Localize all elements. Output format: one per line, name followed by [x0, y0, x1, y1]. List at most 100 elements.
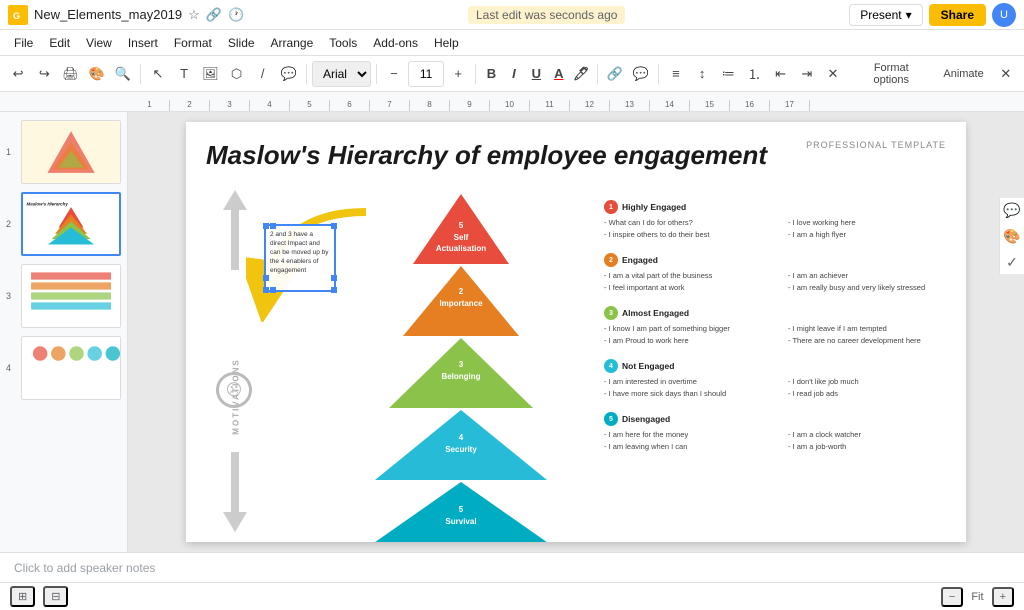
line-spacing-button[interactable]: ↕: [690, 61, 714, 87]
resize-handle-br[interactable]: [331, 287, 337, 293]
font-size-increase[interactable]: +: [446, 61, 470, 87]
format-options-button[interactable]: Format options: [849, 61, 933, 87]
menu-help[interactable]: Help: [428, 34, 465, 52]
grid-view-button[interactable]: ⊞: [10, 586, 35, 607]
text-color-button[interactable]: A: [549, 63, 569, 85]
menu-format[interactable]: Format: [168, 34, 218, 52]
eng-num-3: 3: [604, 306, 618, 320]
font-selector[interactable]: Arial: [312, 61, 371, 87]
zoom-button[interactable]: 🔍: [111, 61, 135, 87]
menu-view[interactable]: View: [80, 34, 118, 52]
ruler-tick: 8: [410, 100, 450, 111]
font-size-input[interactable]: [408, 61, 444, 87]
menu-addons[interactable]: Add-ons: [367, 34, 424, 52]
image-button[interactable]: 🖼: [198, 61, 222, 87]
resize-handle-bl[interactable]: [263, 287, 269, 293]
paint-format-button[interactable]: 🎨: [85, 61, 109, 87]
menu-insert[interactable]: Insert: [122, 34, 164, 52]
slide-item-1[interactable]: 1: [6, 120, 121, 184]
eng-title-3: Almost Engaged: [622, 308, 689, 318]
slide-item-4[interactable]: 4: [6, 336, 121, 400]
slide-item-3[interactable]: 3: [6, 264, 121, 328]
pyramid-chart: 5 Self Actualisation 2 Importance 3 Belo…: [341, 184, 581, 542]
textbox-button[interactable]: T: [172, 61, 196, 87]
filmstrip-view-button[interactable]: ⊟: [43, 586, 68, 607]
line-button[interactable]: /: [251, 61, 275, 87]
themes-icon[interactable]: 🎨: [1000, 224, 1024, 248]
check-icon[interactable]: ✓: [1000, 250, 1024, 274]
history-icon[interactable]: 🕐: [228, 7, 244, 23]
eng-line: - I have more sick days than I should: [604, 388, 768, 400]
engagement-item-3: 3 Almost Engaged - I know I am part of s…: [604, 306, 952, 347]
resize-handle-tl[interactable]: [263, 223, 269, 229]
cursor-button[interactable]: ↖: [146, 61, 170, 87]
resize-handle-ml[interactable]: [263, 275, 269, 281]
menu-arrange[interactable]: Arrange: [265, 34, 320, 52]
svg-text:Survival: Survival: [445, 517, 476, 526]
avatar[interactable]: U: [992, 3, 1016, 27]
star-icon[interactable]: ☆: [188, 7, 200, 23]
share-button[interactable]: Share: [929, 4, 986, 26]
italic-button[interactable]: I: [504, 63, 524, 85]
animate-button[interactable]: Animate: [935, 61, 991, 87]
svg-text:5: 5: [459, 221, 464, 230]
comments-icon[interactable]: 💬: [1000, 198, 1024, 222]
resize-handle-tm[interactable]: [270, 223, 276, 229]
slide-thumb-1[interactable]: [21, 120, 121, 184]
print-button[interactable]: 🖨: [58, 61, 82, 87]
separator3: [376, 64, 377, 84]
comment2-button[interactable]: 💬: [629, 61, 653, 87]
align-button[interactable]: ≡: [664, 61, 688, 87]
indent-less-button[interactable]: ⇤: [769, 61, 793, 87]
selection-text: 2 and 3 have a direct Impact and can be …: [270, 231, 329, 274]
slide-thumb-2[interactable]: Maslow's Hierarchy: [21, 192, 121, 256]
present-button[interactable]: Present ▾: [849, 4, 922, 26]
menu-tools[interactable]: Tools: [323, 34, 363, 52]
slide-item-2[interactable]: 2 Maslow's Hierarchy: [6, 192, 121, 256]
link-button[interactable]: 🔗: [602, 61, 626, 87]
highlight-button[interactable]: 🖊: [571, 63, 591, 85]
zoom-out-button[interactable]: −: [941, 587, 963, 607]
menu-slide[interactable]: Slide: [222, 34, 261, 52]
svg-text:3: 3: [459, 360, 464, 369]
zoom-in-button[interactable]: +: [992, 587, 1014, 607]
resize-handle-tr[interactable]: [331, 223, 337, 229]
canvas-area[interactable]: 💬 🎨 ✓ Maslow's Hierarchy of employee eng…: [128, 112, 1024, 552]
bold-button[interactable]: B: [481, 63, 501, 85]
ruler-tick: 6: [330, 100, 370, 111]
drive-icon[interactable]: 🔗: [206, 7, 222, 23]
separator: [140, 64, 141, 84]
comment-button[interactable]: 💬: [277, 61, 301, 87]
font-size-decrease[interactable]: −: [382, 61, 406, 87]
shape-button[interactable]: ⬡: [224, 61, 248, 87]
selection-box[interactable]: 2 and 3 have a direct Impact and can be …: [264, 224, 336, 292]
ruler-tick: 3: [210, 100, 250, 111]
eng-line: - I am Proud to work here: [604, 335, 768, 347]
ruler-tick: 17: [770, 100, 810, 111]
down-arrow-icon: [223, 452, 247, 532]
clear-format-button[interactable]: ✕: [821, 61, 845, 87]
engagement-panel: 1 Highly Engaged - What can I do for oth…: [604, 200, 952, 465]
slide-canvas[interactable]: Maslow's Hierarchy of employee engagemen…: [186, 122, 966, 542]
eng-line: - I am interested in overtime: [604, 376, 768, 388]
indent-more-button[interactable]: ⇥: [795, 61, 819, 87]
numbered-list-button[interactable]: ⒈: [742, 61, 766, 87]
menu-file[interactable]: File: [8, 34, 39, 52]
menu-edit[interactable]: Edit: [43, 34, 76, 52]
right-panel-icons: 💬 🎨 ✓: [999, 198, 1024, 274]
underline-button[interactable]: U: [526, 63, 546, 85]
resize-handle-mr[interactable]: [331, 275, 337, 281]
eng-title-5: Disengaged: [622, 414, 670, 424]
ruler-tick: 14: [650, 100, 690, 111]
slide-thumb-4[interactable]: [21, 336, 121, 400]
eng-num-4: 4: [604, 359, 618, 373]
speaker-notes[interactable]: Click to add speaker notes: [0, 552, 1024, 582]
present-chevron-icon[interactable]: ▾: [906, 8, 912, 22]
undo-button[interactable]: ↩: [6, 61, 30, 87]
resize-handle-bm[interactable]: [270, 287, 276, 293]
redo-button[interactable]: ↪: [32, 61, 56, 87]
bullets-button[interactable]: ≔: [716, 61, 740, 87]
slide-thumb-3[interactable]: [21, 264, 121, 328]
file-title[interactable]: New_Elements_may2019: [34, 7, 182, 22]
toolbar-close-button[interactable]: ✕: [994, 61, 1018, 87]
